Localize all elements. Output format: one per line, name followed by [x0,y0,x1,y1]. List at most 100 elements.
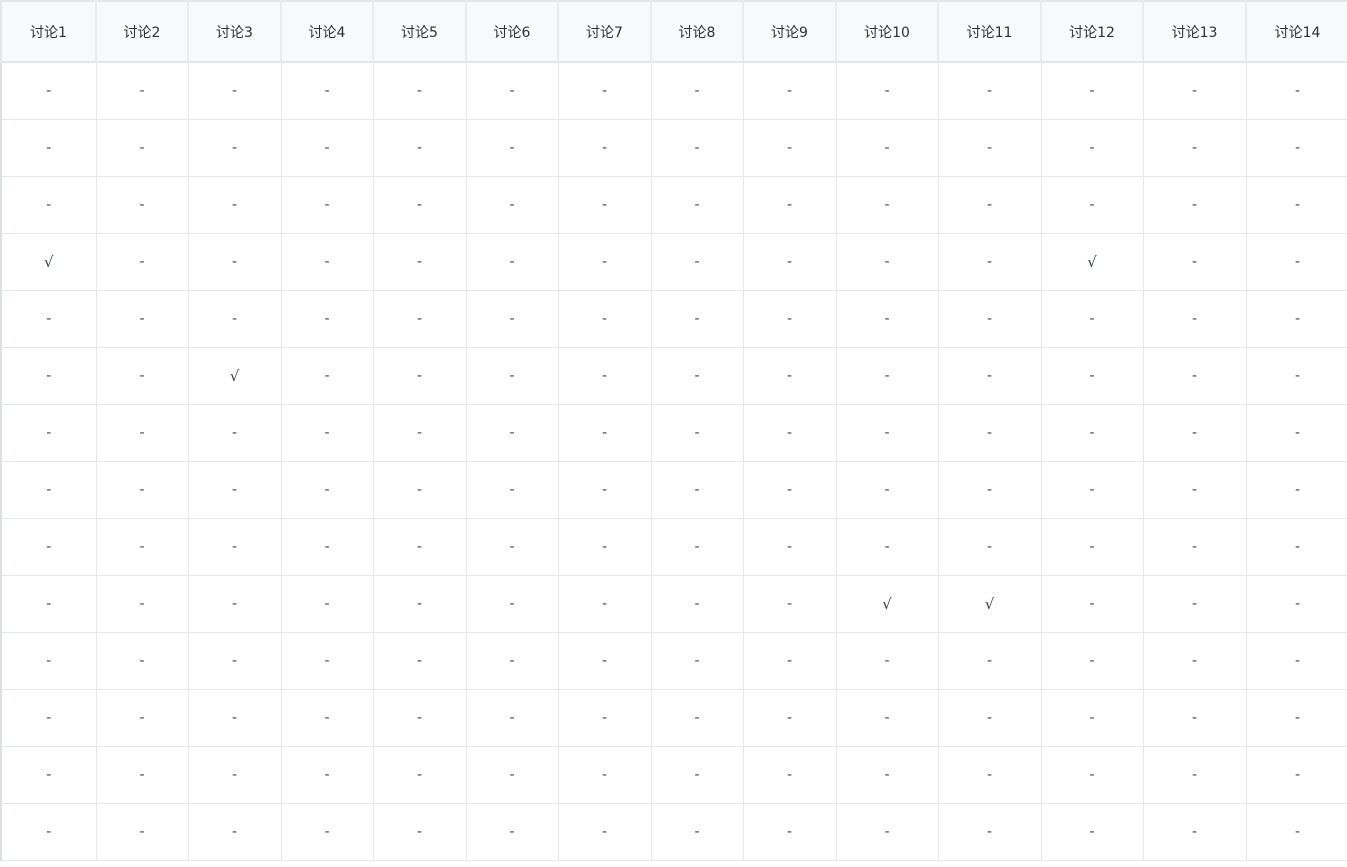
column-header-discussion-13[interactable]: 讨论13 [1143,0,1247,63]
empty-dash-cell: - [1143,632,1247,690]
empty-dash-cell: - [373,347,467,405]
empty-dash-cell: - [836,176,939,234]
empty-dash-cell: - [558,575,652,633]
empty-dash-cell: - [1143,119,1247,177]
column-header-discussion-1[interactable]: 讨论1 [0,0,97,63]
empty-dash-cell: - [1041,290,1144,348]
empty-dash-cell: - [1041,518,1144,576]
empty-dash-cell: - [96,119,189,177]
empty-dash-cell: - [188,119,282,177]
empty-dash-cell: - [651,290,744,348]
empty-dash-cell: - [373,746,467,804]
empty-dash-cell: - [0,575,97,633]
empty-dash-cell: - [373,518,467,576]
empty-dash-cell: - [1143,689,1247,747]
column-header-discussion-5[interactable]: 讨论5 [373,0,467,63]
empty-dash-cell: - [1041,575,1144,633]
empty-dash-cell: - [0,746,97,804]
empty-dash-cell: - [938,62,1042,120]
column-header-discussion-4[interactable]: 讨论4 [281,0,374,63]
empty-dash-cell: - [743,233,837,291]
empty-dash-cell: - [96,404,189,462]
column-header-discussion-3[interactable]: 讨论3 [188,0,282,63]
empty-dash-cell: - [558,404,652,462]
empty-dash-cell: - [1143,347,1247,405]
empty-dash-cell: - [0,404,97,462]
empty-dash-cell: - [836,746,939,804]
empty-dash-cell: - [1246,689,1347,747]
empty-dash-cell: - [651,632,744,690]
empty-dash-cell: - [1143,62,1247,120]
empty-dash-cell: - [558,347,652,405]
empty-dash-cell: - [281,689,374,747]
table-row: -------------- [0,62,1347,120]
empty-dash-cell: - [0,803,97,861]
empty-dash-cell: - [96,746,189,804]
empty-dash-cell: - [188,290,282,348]
column-header-discussion-6[interactable]: 讨论6 [466,0,559,63]
empty-dash-cell: - [466,233,559,291]
column-header-discussion-12[interactable]: 讨论12 [1041,0,1144,63]
check-mark-cell: √ [836,575,939,633]
empty-dash-cell: - [1041,632,1144,690]
empty-dash-cell: - [373,290,467,348]
discussion-grid: 讨论1 讨论2 讨论3 讨论4 讨论5 讨论6 讨论7 讨论8 讨论9 讨论10 讨论11 讨论12 讨… [0,0,1347,867]
empty-dash-cell: - [743,347,837,405]
empty-dash-cell: - [281,518,374,576]
table-row: -------------- [0,461,1347,519]
empty-dash-cell: - [938,347,1042,405]
empty-dash-cell: - [96,803,189,861]
empty-dash-cell: - [281,176,374,234]
empty-dash-cell: - [1041,689,1144,747]
empty-dash-cell: - [466,461,559,519]
empty-dash-cell: - [466,689,559,747]
empty-dash-cell: - [938,518,1042,576]
column-header-discussion-2[interactable]: 讨论2 [96,0,189,63]
empty-dash-cell: - [1246,632,1347,690]
empty-dash-cell: - [938,290,1042,348]
empty-dash-cell: - [836,119,939,177]
column-header-discussion-9[interactable]: 讨论9 [743,0,837,63]
column-header-discussion-10[interactable]: 讨论10 [836,0,939,63]
table-row: -------------- [0,746,1347,804]
empty-dash-cell: - [281,803,374,861]
empty-dash-cell: - [836,803,939,861]
empty-dash-cell: - [1246,803,1347,861]
empty-dash-cell: - [281,62,374,120]
discussion-table: 讨论1 讨论2 讨论3 讨论4 讨论5 讨论6 讨论7 讨论8 讨论9 讨论10 讨论11 讨论12 讨… [0,0,1347,861]
empty-dash-cell: - [743,461,837,519]
column-header-discussion-7[interactable]: 讨论7 [558,0,652,63]
empty-dash-cell: - [281,461,374,519]
empty-dash-cell: - [373,632,467,690]
empty-dash-cell: - [188,632,282,690]
empty-dash-cell: - [1246,119,1347,177]
empty-dash-cell: - [373,176,467,234]
empty-dash-cell: - [938,746,1042,804]
column-header-discussion-11[interactable]: 讨论11 [938,0,1042,63]
column-header-discussion-8[interactable]: 讨论8 [651,0,744,63]
empty-dash-cell: - [836,518,939,576]
empty-dash-cell: - [651,233,744,291]
empty-dash-cell: - [188,575,282,633]
empty-dash-cell: - [1041,176,1144,234]
empty-dash-cell: - [651,518,744,576]
empty-dash-cell: - [1246,575,1347,633]
empty-dash-cell: - [1246,461,1347,519]
empty-dash-cell: - [651,803,744,861]
empty-dash-cell: - [743,518,837,576]
empty-dash-cell: - [0,518,97,576]
column-header-discussion-14[interactable]: 讨论14 [1246,0,1347,63]
empty-dash-cell: - [188,803,282,861]
empty-dash-cell: - [651,119,744,177]
empty-dash-cell: - [188,461,282,519]
empty-dash-cell: - [651,404,744,462]
empty-dash-cell: - [938,632,1042,690]
empty-dash-cell: - [558,119,652,177]
empty-dash-cell: - [938,119,1042,177]
empty-dash-cell: - [1041,119,1144,177]
empty-dash-cell: - [743,689,837,747]
empty-dash-cell: - [466,803,559,861]
empty-dash-cell: - [0,176,97,234]
table-row: -------------- [0,176,1347,234]
header-row: 讨论1 讨论2 讨论3 讨论4 讨论5 讨论6 讨论7 讨论8 讨论9 讨论10 讨论11 讨论12 讨… [0,0,1347,63]
